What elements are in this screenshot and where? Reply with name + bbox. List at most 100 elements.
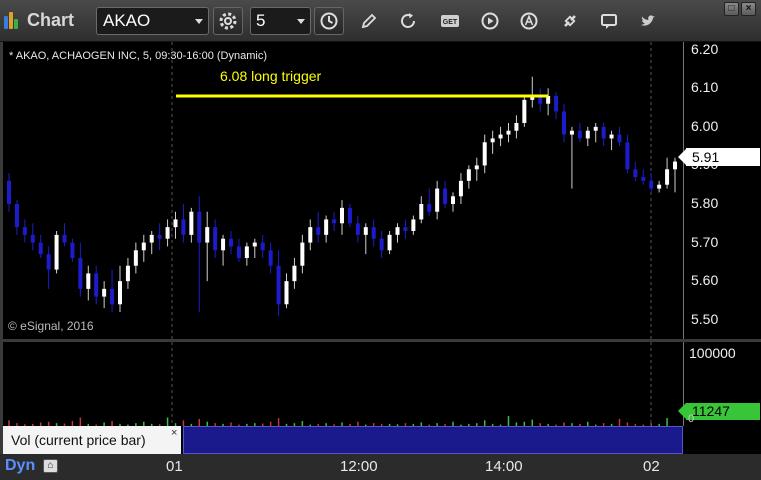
time-axis[interactable]: Dyn ⌂ 01 12:00 14:00 02 <box>0 454 761 480</box>
symbol-settings-button[interactable] <box>213 7 243 35</box>
candle-body <box>355 223 360 235</box>
candle-body <box>649 180 654 189</box>
candle-body <box>458 180 463 197</box>
candle-body <box>601 126 606 139</box>
price-tick-label: 6.00 <box>691 117 719 134</box>
time-label-1200: 12:00 <box>340 458 378 475</box>
candle-body <box>395 227 400 235</box>
clock-icon <box>320 12 338 30</box>
restore-window-button[interactable]: □ <box>724 2 739 16</box>
comment-button[interactable] <box>598 10 620 32</box>
trigger-annotation: 6.08 long trigger <box>220 68 322 84</box>
candle-body <box>110 288 115 305</box>
candle-body <box>189 211 194 235</box>
price-tick-label: 6.10 <box>691 79 719 96</box>
candle-body <box>665 169 670 185</box>
volume-top-tick: 100000 <box>689 345 736 361</box>
twitter-button[interactable] <box>637 10 659 32</box>
interval-input[interactable]: 5 <box>250 7 311 35</box>
candle-body <box>30 234 35 243</box>
chevron-down-icon[interactable] <box>297 19 305 24</box>
candle-body <box>236 246 241 258</box>
candle-body <box>379 238 384 251</box>
candle-body <box>244 246 249 258</box>
twitter-icon <box>641 15 655 26</box>
get-label: GET <box>443 19 458 26</box>
candle-body <box>482 142 487 166</box>
candle-body <box>569 130 574 135</box>
candle-body <box>78 258 83 289</box>
study-bar: Vol (current price bar) × <box>3 426 761 454</box>
volume-pane[interactable] <box>3 342 683 426</box>
candle-body <box>118 281 122 305</box>
candle-body <box>7 180 11 204</box>
study-label[interactable]: Vol (current price bar) <box>3 426 181 454</box>
refresh-icon <box>401 13 415 28</box>
symbol-input[interactable]: AKAO <box>96 7 209 35</box>
price-pane[interactable]: 6.08 long trigger * AKAO, ACHAOGEN INC, … <box>3 42 683 339</box>
toolbar: Chart AKAO 5 GET □ × <box>0 0 761 42</box>
volume-axis[interactable]: 100000 11247 0 <box>678 342 761 426</box>
candle-body <box>411 219 416 231</box>
chevron-down-icon[interactable] <box>195 19 203 24</box>
candle-body <box>451 196 455 204</box>
play-icon <box>481 12 499 30</box>
time-label-01: 01 <box>166 458 183 475</box>
dynamic-mode-label[interactable]: Dyn <box>5 457 35 475</box>
candle-body <box>625 142 630 170</box>
get-quote-button[interactable]: GET <box>439 10 461 32</box>
last-volume-marker: 11247 <box>678 403 760 420</box>
pencil-icon <box>361 13 377 29</box>
price-axis[interactable]: 6.206.106.005.905.805.705.605.50 5.91 <box>678 41 761 339</box>
candle-body <box>387 234 392 251</box>
time-label-1400: 14:00 <box>485 458 523 475</box>
candle-body <box>94 273 99 297</box>
last-price-marker: 5.91 <box>678 148 760 166</box>
candle-body <box>221 238 226 251</box>
link-icon <box>564 15 576 27</box>
close-window-button[interactable]: × <box>741 2 756 16</box>
candle-body <box>419 204 424 220</box>
candle-body <box>292 265 297 282</box>
candle-body <box>125 265 130 282</box>
candle-body <box>165 227 170 239</box>
play-button[interactable] <box>479 10 501 32</box>
candle-body <box>22 227 27 235</box>
candle-body <box>657 184 662 189</box>
symbol-value: AKAO <box>103 11 151 30</box>
interval-value: 5 <box>256 11 266 30</box>
price-tick-label: 5.60 <box>691 272 719 289</box>
candle-body <box>633 169 638 177</box>
volume-zero-tick: 0 <box>688 413 695 425</box>
candle-body <box>149 234 154 243</box>
candle-body <box>141 242 146 251</box>
candle-body <box>340 207 344 224</box>
candle-body <box>86 273 91 289</box>
price-tick-label: 5.80 <box>691 195 719 211</box>
copyright-label: © eSignal, 2016 <box>8 319 94 333</box>
study-panel[interactable] <box>183 426 683 454</box>
candle-body <box>14 204 19 228</box>
candle-body <box>229 238 233 247</box>
lock-icon[interactable]: ⌂ <box>43 459 58 473</box>
candle-body <box>157 234 162 239</box>
refresh-button[interactable] <box>397 10 419 32</box>
close-icon[interactable]: × <box>171 427 177 439</box>
candle-body <box>593 126 598 131</box>
candle-body <box>577 130 582 139</box>
candle-body <box>554 96 559 112</box>
candle-body <box>268 250 273 266</box>
link-button[interactable] <box>559 10 581 32</box>
candle-body <box>38 242 43 255</box>
draw-tool-button[interactable] <box>358 10 380 32</box>
candle-body <box>514 123 519 131</box>
price-chart: 6.08 long trigger <box>7 42 677 339</box>
price-tick-label: 5.70 <box>691 233 719 250</box>
candle-body <box>466 169 471 181</box>
candle-body <box>260 242 265 251</box>
candle-body <box>332 219 337 224</box>
volume-chart <box>8 342 668 426</box>
interval-time-button[interactable] <box>314 7 344 35</box>
time-label-02: 02 <box>643 458 660 475</box>
alert-button[interactable] <box>518 10 540 32</box>
